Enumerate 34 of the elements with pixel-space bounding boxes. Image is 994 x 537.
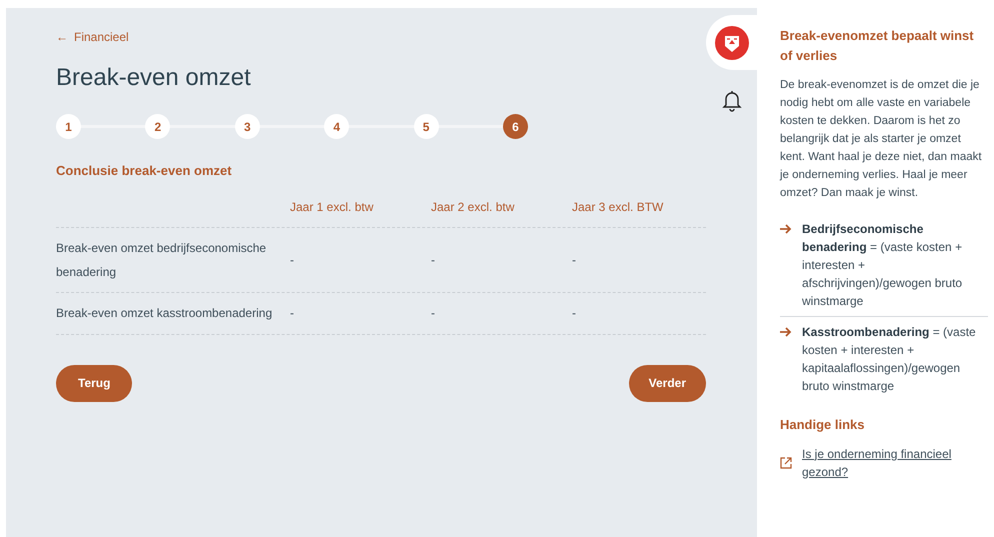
resource-link[interactable]: Is je onderneming financieel gezond? [802,444,972,480]
step-indicator[interactable]: 4 [324,114,350,139]
step-indicator[interactable]: 3 [234,114,260,139]
back-arrow-icon: ← [56,28,68,46]
sidebar-intro: De break-evenomzet is de omzet die je nodig hebt om alle vaste en variabele kosten te dekken. Daarom is het zo belangrijk dat je als starter je omzet kent. Want haal je deze niet, dan maakt je onderneming verlies. Haal je meer omzet? Dan maak je winst. [780,78,983,201]
page-title: Break-even omzet [56,63,252,93]
arrow-icon [780,224,792,234]
back-link-label: Financieel [74,29,129,46]
table-cell: - [431,252,435,266]
arrow-icon [780,327,792,337]
table-cell: - [431,306,435,320]
section-title: Conclusie break-even omzet [56,162,233,180]
back-link[interactable]: ← Financieel [56,28,706,46]
links-title: Handige links [780,416,866,434]
table-cell: - [572,252,576,266]
table-cell: - [290,252,294,266]
sidebar-title: Break-evenomzet bepaalt winst of verlies [780,27,975,65]
bell-icon[interactable] [722,90,742,112]
table-cell: - [572,306,576,320]
step-indicator[interactable]: 5 [414,114,439,139]
step-indicator[interactable]: 1 [56,114,81,139]
step-indicator[interactable]: 6 [502,114,528,139]
formula-text: Kasstroombenadering = (vaste kosten + interesten + kapitaalaflossingen)/gewogen bruto winstmarge [802,324,977,395]
column-header: Jaar 3 excl. BTW [572,198,664,216]
column-header: Jaar 1 excl. btw [290,198,374,216]
formula-text: Bedrijfseconomische benadering = (vaste kosten + interesten + afschrijvingen)/gewogen bruto winstmarge [802,221,964,310]
external-link-icon [780,456,792,468]
row-label: Break-even omzet bedrijfseconomische benadering [56,240,266,278]
table-cell: - [290,306,294,320]
back-button[interactable]: Terug [56,364,132,402]
row-label: Break-even omzet kasstroombenadering [56,306,272,320]
step-indicator[interactable]: 2 [145,114,170,139]
next-button[interactable]: Verder [628,364,706,402]
column-header: Jaar 2 excl. btw [431,198,514,216]
